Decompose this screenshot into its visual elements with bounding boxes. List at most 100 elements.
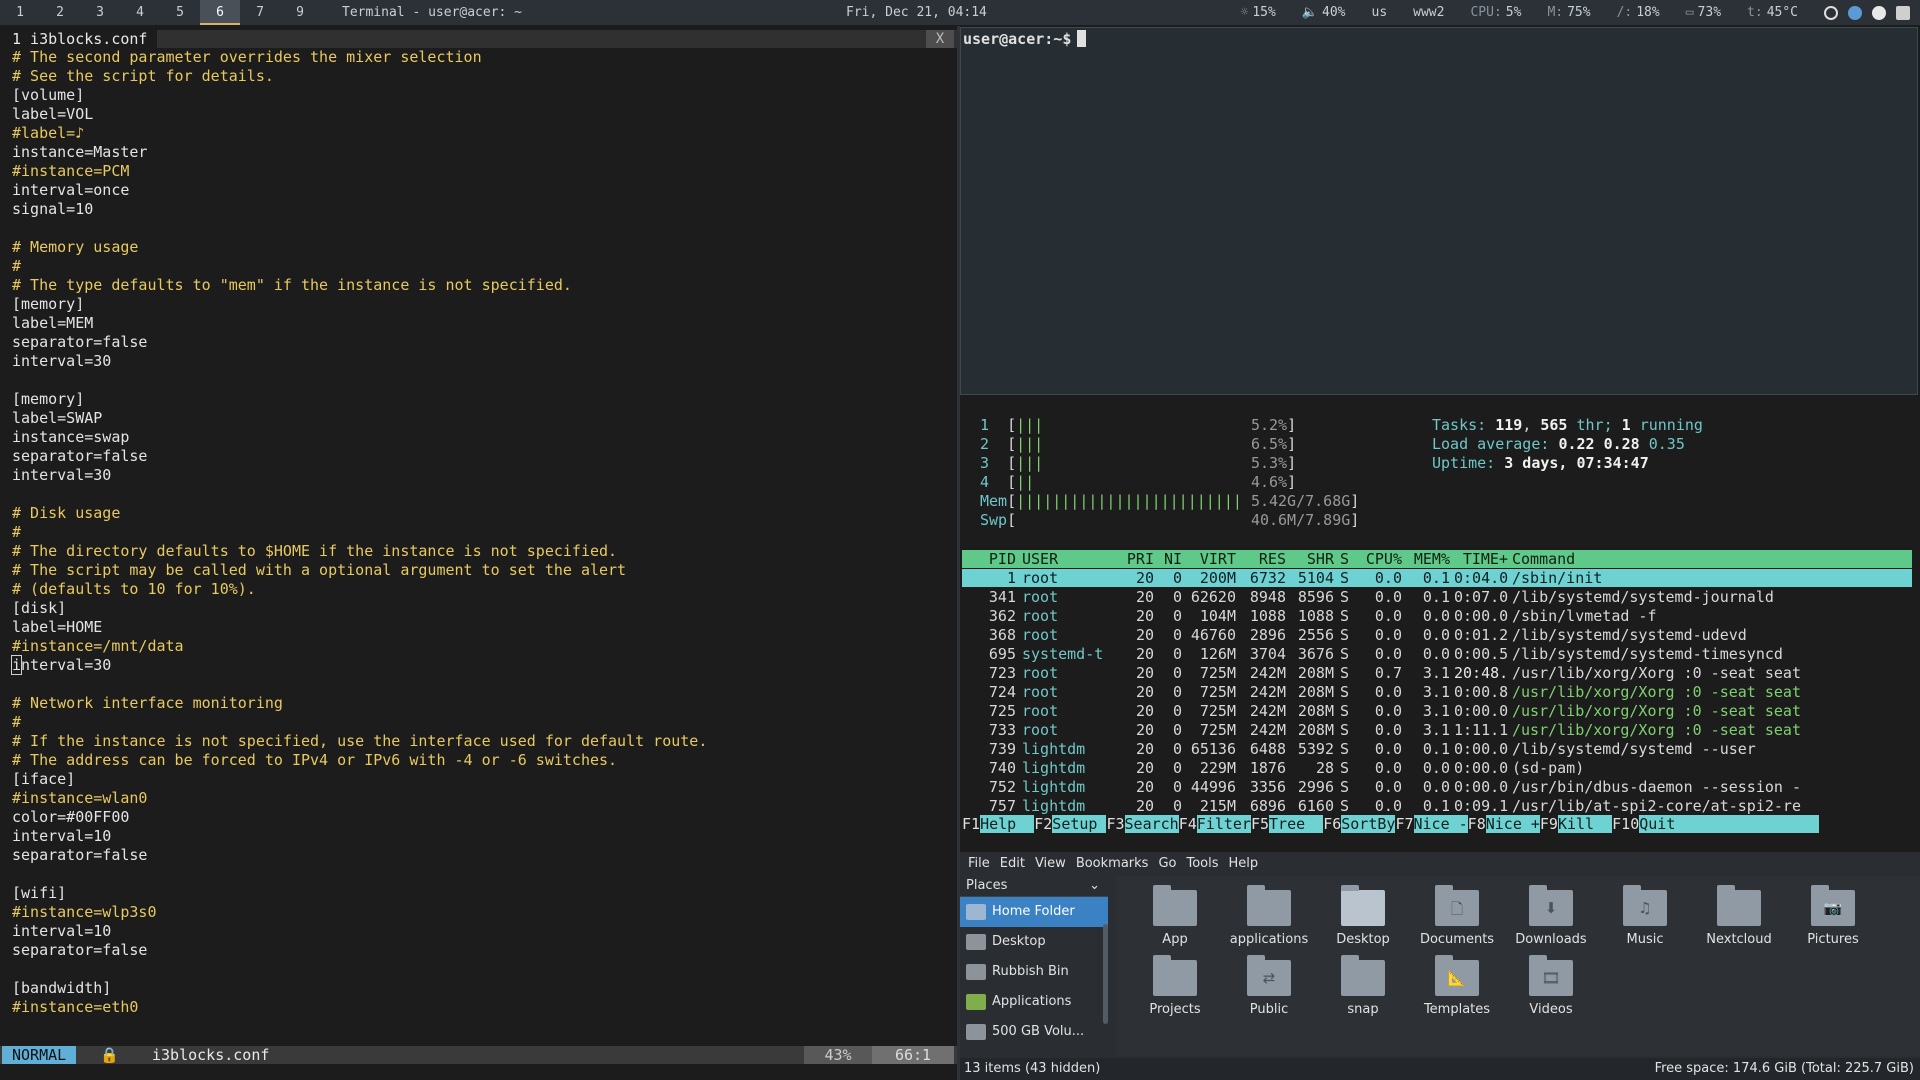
- workspace-5[interactable]: 5: [160, 0, 200, 25]
- brightness-icon: ☼: [1240, 5, 1249, 20]
- tray-wifi-icon[interactable]: [1896, 5, 1910, 20]
- table-row[interactable]: 1 root 20 0 200M 6732 5104 S 0.0 0.10:04.09/sbin/…: [960, 569, 1912, 588]
- table-row[interactable]: 695 systemd-t 20 0 126M 3704 3676 S 0.0 0.0 0:00.5…: [960, 645, 1912, 664]
- code-line: interval=10: [12, 827, 112, 845]
- column-time[interactable]: TIME+: [1454, 550, 1508, 568]
- table-row[interactable]: 724 root 20 0 725M 242M 208M S 0.0 3.10:00.80/usr…: [960, 683, 1912, 702]
- folder-item[interactable]: ♫ Music: [1600, 882, 1690, 947]
- menu-file[interactable]: File: [968, 856, 990, 871]
- table-row[interactable]: 341 root 20 0 62620 8948 8596 S 0.0 0.10:07.09/li…: [960, 588, 1912, 607]
- htop-window[interactable]: 1 [||| 5.2%] 2 [||| 6.5%] 3 [||| 5.3%] 4 [|…: [960, 396, 1920, 838]
- brightness-indicator[interactable]: ☼ 15%: [1241, 5, 1276, 20]
- volume-indicator[interactable]: 🔈 40%: [1302, 5, 1346, 20]
- sidebar-item-desktop[interactable]: Desktop: [960, 927, 1108, 957]
- fkey-f3[interactable]: F3Search: [1106, 815, 1179, 833]
- workspace-9[interactable]: 9: [280, 0, 320, 25]
- fkey-f8[interactable]: F8Nice +: [1467, 815, 1540, 833]
- table-row[interactable]: 757 lightdm 20 0 215M 6896 6160 S 0.0 0.10:09.16/…: [960, 797, 1912, 816]
- workspace-3[interactable]: 3: [80, 0, 120, 25]
- folder-item[interactable]: Desktop: [1318, 882, 1408, 947]
- column-user[interactable]: USER: [1022, 550, 1112, 568]
- tray-check-icon[interactable]: [1872, 5, 1886, 20]
- fkey-label: Nice -: [1413, 815, 1468, 833]
- workspace-6[interactable]: 6: [200, 0, 240, 25]
- sidebar-item-rubbish-bin[interactable]: Rubbish Bin: [960, 957, 1108, 987]
- table-row[interactable]: 725 root 20 0 725M 242M 208M S 0.0 3.10:00.00/usr…: [960, 702, 1912, 721]
- folder-item[interactable]: App: [1130, 882, 1220, 947]
- menu-help[interactable]: Help: [1229, 856, 1259, 871]
- fkey-f1[interactable]: F1Help: [962, 815, 1035, 833]
- keyboard-layout[interactable]: us: [1372, 5, 1388, 20]
- folder-item[interactable]: ⬇ Downloads: [1506, 882, 1596, 947]
- table-row[interactable]: 368root2004676028962556S0.00.00:01.23/li…: [960, 626, 1912, 645]
- menu-tools[interactable]: Tools: [1186, 856, 1218, 871]
- chevron-down-icon[interactable]: ⌄: [1089, 876, 1100, 896]
- sidebar-item-home-folder[interactable]: Home Folder: [960, 897, 1108, 927]
- folder-item[interactable]: applications: [1224, 882, 1314, 947]
- fkey-f9[interactable]: F9Kill: [1539, 815, 1613, 833]
- column-pid[interactable]: PID: [980, 550, 1016, 568]
- workspace-2[interactable]: 2: [40, 0, 80, 25]
- code-line: #: [12, 257, 22, 275]
- folder-item[interactable]: Projects: [1130, 952, 1220, 1017]
- table-row[interactable]: 362root200104M10881088S0.00.00:00.00/sbi…: [960, 607, 1912, 626]
- vim-buffer[interactable]: # The second parameter overrides the mix…: [10, 48, 707, 1017]
- fkey-number: F10: [1612, 815, 1640, 833]
- cpu-bar: |||: [1016, 416, 1044, 434]
- table-row[interactable]: 752lightdm2004499633562996S0.00.00:00.01…: [960, 778, 1912, 797]
- fkey-f10[interactable]: F10Quit: [1612, 815, 1820, 833]
- battery-icon: ▭: [1685, 5, 1694, 20]
- sidebar-scrollbar[interactable]: [1103, 924, 1108, 1024]
- folder-item[interactable]: snap: [1318, 952, 1408, 1017]
- column-shr[interactable]: SHR: [1290, 550, 1334, 568]
- vim-editor[interactable]: 1 i3blocks.conf X # The second parameter…: [0, 26, 957, 1080]
- folder-item[interactable]: 🎞 Videos: [1506, 952, 1596, 1017]
- table-row[interactable]: 723 root 20 0 725M 242M 208M S 0.7 3.120:48.81/us…: [960, 664, 1912, 683]
- column-ni[interactable]: NI: [1160, 550, 1182, 568]
- fkey-f5[interactable]: F5Tree: [1250, 815, 1324, 833]
- menu-bookmarks[interactable]: Bookmarks: [1076, 856, 1149, 871]
- column-res[interactable]: RES: [1242, 550, 1286, 568]
- sidebar-item-500-gb-volu-[interactable]: 500 GB Volu...: [960, 1017, 1108, 1047]
- workspace-4[interactable]: 4: [120, 0, 160, 25]
- network-indicator[interactable]: www2: [1413, 5, 1444, 20]
- folder-label: applications: [1229, 932, 1309, 947]
- cell-s: S: [1340, 645, 1350, 663]
- folder-item[interactable]: 🗋 Documents: [1412, 882, 1502, 947]
- terminal-window[interactable]: user@acer:~$: [960, 27, 1918, 395]
- column-mem[interactable]: MEM%: [1408, 550, 1450, 568]
- folder-item[interactable]: 📐 Templates: [1412, 952, 1502, 1017]
- workspace-1[interactable]: 1: [0, 0, 40, 25]
- workspace-7[interactable]: 7: [240, 0, 280, 25]
- cell-user: root: [1022, 588, 1059, 606]
- menu-edit[interactable]: Edit: [1000, 856, 1025, 871]
- menu-go[interactable]: Go: [1158, 856, 1176, 871]
- fkey-f2[interactable]: F2Setup: [1034, 815, 1107, 833]
- table-row[interactable]: 739 lightdm 20 0 65136 6488 5392 S 0.0 0.10:00.06…: [960, 740, 1912, 759]
- file-grid[interactable]: App applications Desktop 🗋 Documents ⬇ Downloa…: [1116, 876, 1920, 1056]
- places-header[interactable]: Places ⌄: [960, 876, 1108, 897]
- htop-column-header[interactable]: PID USER PRI NI VIRT RES SHR S CPU% MEM% TIME+ Comm…: [962, 550, 1912, 568]
- column-s[interactable]: S: [1340, 550, 1354, 568]
- table-row[interactable]: 740lightdm200229M187628S0.00.00:00.00(sd…: [960, 759, 1912, 778]
- code-line: #instance=eth0: [12, 998, 139, 1016]
- tray-globe-icon[interactable]: [1848, 5, 1862, 20]
- tray-sync-icon[interactable]: [1824, 5, 1838, 20]
- column-cpu[interactable]: CPU%: [1358, 550, 1402, 568]
- fkey-f6[interactable]: F6SortBy: [1323, 815, 1396, 833]
- column-virt[interactable]: VIRT: [1188, 550, 1236, 568]
- column-pri[interactable]: PRI: [1120, 550, 1154, 568]
- sidebar-item-applications[interactable]: Applications: [960, 987, 1108, 1017]
- folder-item[interactable]: 📷 Pictures: [1788, 882, 1878, 947]
- folder-item[interactable]: ⇄ Public: [1224, 952, 1314, 1017]
- menu-view[interactable]: View: [1035, 856, 1066, 871]
- table-row[interactable]: 733 root 20 0 725M 242M 208M S 0.0 3.11:11.18/usr…: [960, 721, 1912, 740]
- close-icon[interactable]: X: [926, 30, 954, 48]
- column-command[interactable]: Command: [1512, 550, 1912, 568]
- folder-icon: [1247, 885, 1291, 926]
- fkey-f4[interactable]: F4Filter: [1178, 815, 1251, 833]
- fkey-f7[interactable]: F7Nice -: [1395, 815, 1468, 833]
- folder-item[interactable]: Nextcloud: [1694, 882, 1784, 947]
- tab-i3blocks-conf[interactable]: 1 i3blocks.conf: [0, 30, 158, 48]
